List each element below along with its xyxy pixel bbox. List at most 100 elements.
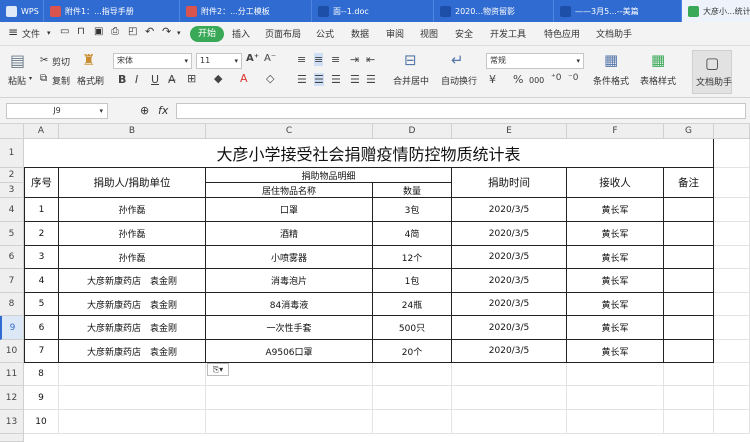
data-cell[interactable]: 孙作磊 [59,198,206,222]
row-header[interactable]: 1 [0,139,24,168]
table-style-button[interactable]: 表格样式 [640,74,676,87]
row-header[interactable]: 8 [0,293,24,316]
row-header[interactable] [0,434,24,442]
column-header-e[interactable]: E [452,124,567,139]
data-cell[interactable]: 1 [24,198,59,222]
currency-icon[interactable]: ¥ [489,73,496,86]
empty-cell[interactable] [714,386,750,410]
header-donor[interactable]: 捐助人/捐助单位 [59,168,206,198]
paste-options-icon[interactable]: ⎘▾ [207,363,229,376]
copy-button[interactable]: 复制 [52,74,70,87]
row-header[interactable]: 12 [0,386,24,410]
empty-cell[interactable] [714,198,750,222]
data-cell[interactable]: 2 [24,222,59,246]
header-note[interactable]: 备注 [664,168,714,198]
name-box[interactable]: J9 ▾ [6,103,108,119]
data-cell[interactable]: 黄长军 [567,198,664,222]
print-icon[interactable]: ⎙ [111,26,119,37]
empty-cell[interactable] [714,363,750,386]
tab-document-5[interactable]: ——3月5...--美篇 [554,0,682,22]
undo-icon[interactable]: ↶ [145,25,154,38]
select-all-corner[interactable] [0,124,24,139]
data-cell[interactable]: 24瓶 [373,293,452,316]
data-cell[interactable]: 6 [24,316,59,340]
data-cell[interactable]: 黄长军 [567,269,664,293]
format-painter-button[interactable]: 格式刷 [77,74,104,87]
doc-assistant-panel[interactable]: ▢ 文档助手 [692,50,732,94]
data-cell[interactable]: 4简 [373,222,452,246]
data-cell[interactable] [664,340,714,363]
data-cell[interactable] [664,316,714,340]
empty-cell[interactable] [714,340,750,363]
data-cell[interactable]: 2020/3/5 [452,293,567,316]
row-header[interactable]: 4 [0,198,24,222]
row-header[interactable]: 11 [0,363,24,386]
empty-cell[interactable] [452,386,567,410]
distribute-icon[interactable]: ☰ [366,73,376,86]
empty-cell[interactable] [59,386,206,410]
justify-icon[interactable]: ☰ [350,73,360,86]
merge-center-button[interactable]: 合并居中 [393,74,429,87]
menu-file[interactable]: 文件 [22,27,40,40]
header-item-details[interactable]: 捐助物品明细 [206,168,452,183]
save-icon[interactable]: ▣ [94,26,103,37]
data-cell[interactable] [664,269,714,293]
data-cell[interactable]: 小喷雾器 [206,246,373,269]
fill-color-icon[interactable]: ◆ [214,72,222,85]
format-painter-icon[interactable]: ♜ [82,51,95,69]
menu-page-layout[interactable]: 页面布局 [265,27,301,40]
tab-document-4[interactable]: 2020...物资留影 [434,0,554,22]
menu-review[interactable]: 审阅 [386,27,404,40]
row-header[interactable]: 10 [0,340,24,363]
empty-cell[interactable] [452,363,567,386]
row-header[interactable]: 2 [0,168,24,183]
data-cell[interactable]: 12个 [373,246,452,269]
empty-cell[interactable] [59,410,206,434]
empty-cell[interactable] [206,386,373,410]
italic-icon[interactable]: I [135,73,138,86]
data-cell[interactable] [664,198,714,222]
row-header[interactable]: 3 [0,183,24,198]
zoom-search-icon[interactable]: ⊕ [140,104,149,117]
paste-button[interactable]: 粘贴 [8,74,26,87]
empty-cell[interactable] [664,386,714,410]
empty-cell[interactable] [714,222,750,246]
number-format-select[interactable]: 常规 ▾ [486,53,584,69]
empty-cell[interactable] [664,363,714,386]
new-file-icon[interactable]: ▭ [60,26,69,37]
data-cell[interactable]: 3包 [373,198,452,222]
thousands-button[interactable]: 000 [529,76,544,85]
empty-cell[interactable] [373,363,452,386]
empty-cell[interactable] [714,410,750,434]
percent-button[interactable]: % [513,73,523,86]
empty-cell[interactable] [664,410,714,434]
data-cell[interactable]: 孙作磊 [59,246,206,269]
strikethrough-icon[interactable]: A̶ [168,73,176,86]
bold-icon[interactable]: B [118,73,126,86]
data-cell[interactable]: 20个 [373,340,452,363]
data-cell[interactable]: 孙作磊 [59,222,206,246]
indent-icon[interactable]: ⇥ [350,53,359,66]
data-cell[interactable]: 4 [24,269,59,293]
data-cell[interactable]: 9 [24,386,59,410]
data-cell[interactable] [664,293,714,316]
data-cell[interactable]: 大彦新康药店 袁金刚 [59,293,206,316]
data-cell[interactable] [664,246,714,269]
empty-cell[interactable] [714,168,750,198]
paste-icon[interactable]: ▤ [10,51,25,70]
header-item-name[interactable]: 居住物品名称 [206,183,373,198]
data-cell[interactable]: 1包 [373,269,452,293]
empty-cell[interactable] [714,246,750,269]
tab-document-3[interactable]: 面--1.doc [312,0,434,22]
increase-font-icon[interactable]: A⁺ [246,53,259,64]
align-right-icon[interactable]: ☰ [331,73,341,86]
row-header[interactable]: 13 [0,410,24,434]
empty-cell[interactable] [714,139,750,168]
menu-developer[interactable]: 开发工具 [490,27,526,40]
redo-icon[interactable]: ↷ [162,25,171,38]
column-header-a[interactable]: A [24,124,59,139]
empty-cell[interactable] [714,269,750,293]
borders-icon[interactable]: ⊞ [187,72,196,85]
empty-cell[interactable] [567,410,664,434]
column-header-g[interactable]: G [664,124,714,139]
